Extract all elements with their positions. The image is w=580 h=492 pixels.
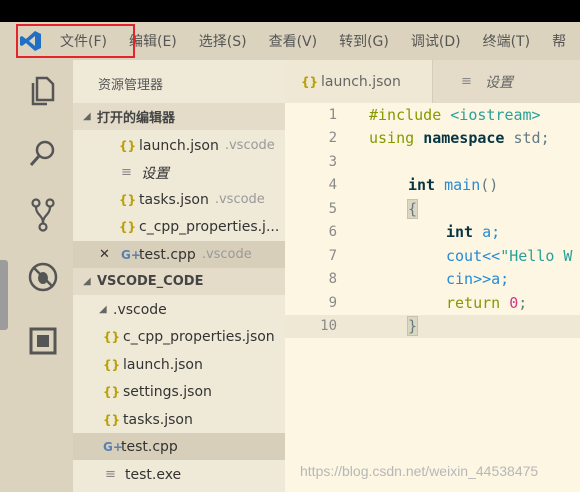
open-editors-section[interactable]: ◢ 打开的编辑器 xyxy=(73,103,285,130)
open-editor-item-active[interactable]: ✕ G+ test.cpp .vscode xyxy=(73,241,311,268)
code-line: 4 int main() xyxy=(328,176,499,195)
explorer-icon[interactable] xyxy=(26,74,60,108)
caret-down-icon: ◢ xyxy=(83,111,91,122)
code-line: 1 #include <iostream> xyxy=(328,105,541,124)
file-menu-highlight-box xyxy=(16,24,135,58)
code-line-current: 10 } xyxy=(285,314,580,338)
debug-icon[interactable] xyxy=(26,260,60,294)
code-line: 6 int a; xyxy=(328,223,501,242)
menu-debug[interactable]: 调试(D) xyxy=(411,31,461,51)
menu-help[interactable]: 帮 xyxy=(552,31,566,51)
json-icon: {} xyxy=(103,384,121,399)
json-icon: {} xyxy=(119,192,137,207)
cpp-icon: G+ xyxy=(121,247,141,262)
close-icon[interactable]: ✕ xyxy=(99,247,121,262)
menu-terminal[interactable]: 终端(T) xyxy=(483,31,530,51)
code-line: 2 using namespace std; xyxy=(328,129,550,148)
menu-selection[interactable]: 选择(S) xyxy=(199,31,247,51)
caret-down-icon: ◢ xyxy=(83,276,91,287)
top-black-strip xyxy=(0,0,580,22)
search-icon[interactable] xyxy=(26,136,60,170)
explorer-sidebar: 资源管理器 ◢ 打开的编辑器 {} launch.json .vscode ≡ … xyxy=(73,60,315,492)
file-item[interactable]: {} tasks.json xyxy=(73,406,315,433)
activity-bar xyxy=(0,60,73,492)
tab-launch-json[interactable]: {} launch.json xyxy=(285,60,433,103)
json-icon: {} xyxy=(119,138,137,153)
caret-down-icon: ◢ xyxy=(99,304,107,315)
workspace-section[interactable]: ◢ VSCODE_CODE xyxy=(73,268,285,295)
extensions-icon[interactable] xyxy=(26,324,60,358)
workspace-label: VSCODE_CODE xyxy=(97,274,204,289)
code-line: 5 { xyxy=(328,198,419,219)
editor-area: {} launch.json ≡ 设置 1 #include <iostream… xyxy=(285,60,580,492)
file-item[interactable]: {} c_cpp_properties.json xyxy=(73,323,315,350)
file-item[interactable]: ≡ test.exe xyxy=(73,461,317,488)
code-line: 8 cin>>a; xyxy=(328,270,510,289)
activity-scrollbar[interactable] xyxy=(0,260,8,330)
menu-view[interactable]: 查看(V) xyxy=(269,31,318,51)
file-item[interactable]: {} settings.json xyxy=(73,378,315,405)
code-line: 3 xyxy=(328,153,337,170)
folder-item[interactable]: ◢ .vscode xyxy=(73,296,311,323)
json-icon: {} xyxy=(103,412,121,427)
file-lines-icon: ≡ xyxy=(105,467,116,482)
code-editor[interactable]: 1 #include <iostream> 2 using namespace … xyxy=(285,103,580,492)
file-item-active[interactable]: G+ test.cpp xyxy=(73,433,315,460)
settings-file-icon: ≡ xyxy=(121,165,132,180)
menu-go[interactable]: 转到(G) xyxy=(339,31,389,51)
file-item[interactable]: {} launch.json xyxy=(73,351,315,378)
json-icon: {} xyxy=(103,329,121,344)
sidebar-title: 资源管理器 xyxy=(98,78,164,93)
code-line: 7 cout<< "Hello W xyxy=(328,246,573,265)
json-icon: {} xyxy=(119,219,137,234)
watermark-text: https://blog.csdn.net/weixin_44538475 xyxy=(300,463,539,479)
editor-tabs: {} launch.json ≡ 设置 xyxy=(285,60,580,103)
source-control-icon[interactable] xyxy=(26,198,60,232)
settings-file-icon: ≡ xyxy=(461,74,472,89)
json-icon: {} xyxy=(301,74,319,89)
json-icon: {} xyxy=(103,357,121,372)
menu-edit[interactable]: 编辑(E) xyxy=(129,31,177,51)
open-editors-label: 打开的编辑器 xyxy=(97,111,176,126)
cpp-icon: G+ xyxy=(103,439,123,454)
code-line: 9 return 0; xyxy=(328,293,528,312)
tab-settings[interactable]: ≡ 设置 xyxy=(433,60,513,103)
